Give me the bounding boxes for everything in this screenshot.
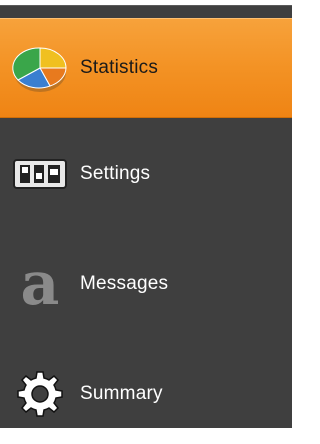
nav-item-label: Statistics (80, 57, 159, 78)
sidebar-nav: Statistics Settings a Messages Summary (0, 5, 292, 428)
nav-item-summary[interactable]: Summary (0, 344, 292, 444)
pie-chart-icon (8, 36, 72, 100)
gear-icon (8, 362, 72, 426)
svg-text:a: a (21, 254, 60, 314)
nav-item-messages[interactable]: a Messages (0, 234, 292, 334)
nav-item-settings[interactable]: Settings (0, 124, 292, 224)
nav-item-label: Summary (80, 383, 163, 404)
sliders-panel-icon (8, 142, 72, 206)
letter-a-icon: a (8, 252, 72, 316)
nav-item-label: Settings (80, 163, 151, 184)
nav-item-statistics[interactable]: Statistics (0, 18, 292, 118)
nav-item-label: Messages (80, 273, 169, 294)
